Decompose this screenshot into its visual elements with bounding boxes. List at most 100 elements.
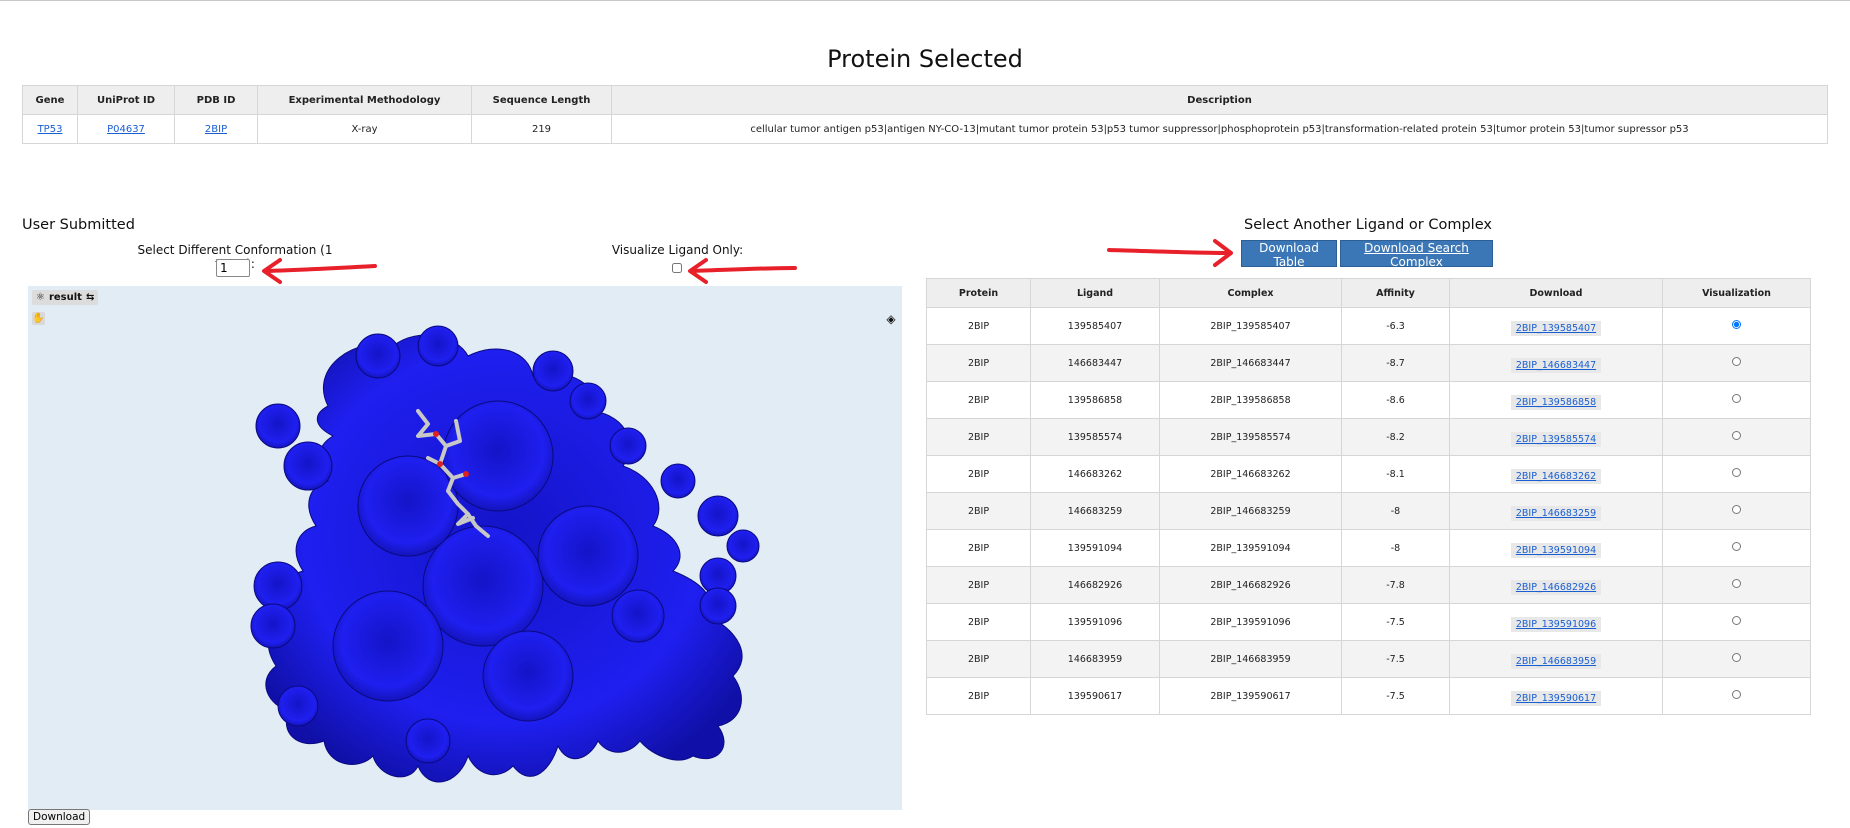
annotation-arrow-download-table: [1107, 239, 1233, 267]
method-cell: X-ray: [257, 114, 472, 144]
viewer-download-button[interactable]: Download: [28, 809, 91, 825]
column-header-pdb-id: PDB ID: [174, 85, 258, 115]
visualization-radio[interactable]: [1732, 542, 1741, 551]
complex-download-link[interactable]: 2BIP_139591096: [1510, 616, 1602, 632]
complex-download-link[interactable]: 2BIP_146682926: [1510, 579, 1602, 595]
select-ligand-heading: Select Another Ligand or Complex: [1244, 217, 1492, 233]
complex-cell: 2BIP_139586858: [1159, 381, 1342, 419]
visualization-radio[interactable]: [1732, 616, 1741, 625]
affinity-cell: -6.3: [1341, 307, 1450, 345]
complex-cell: 2BIP_146683959: [1159, 640, 1342, 678]
download-cell: 2BIP_146683447: [1449, 344, 1663, 382]
visualization-radio[interactable]: [1732, 690, 1741, 699]
complex-download-link[interactable]: 2BIP_139591094: [1510, 542, 1602, 558]
uniprot-link[interactable]: P04637: [107, 124, 145, 135]
uniprot-cell: P04637: [77, 114, 175, 144]
download-cell: 2BIP_139585407: [1449, 307, 1663, 345]
visualization-cell: [1662, 566, 1811, 604]
page-title: Protein Selected: [827, 45, 1023, 73]
gene-link[interactable]: TP53: [38, 124, 63, 135]
ligand-table-header-row: Protein Ligand Complex Affinity Download…: [926, 278, 1811, 308]
table-row: 2BIP 139586858 2BIP_139586858 -8.6 2BIP_1395…: [926, 381, 1811, 419]
hand-tool-icon[interactable]: ✋: [32, 312, 45, 325]
protein-cell: 2BIP: [926, 492, 1031, 530]
visualization-radio[interactable]: [1732, 394, 1741, 403]
table-row: 2BIP 146682926 2BIP_146682926 -7.8 2BIP_1466…: [926, 566, 1811, 604]
viewer-tab[interactable]: ⚛ result ⇆: [32, 290, 99, 305]
complex-cell: 2BIP_139590617: [1159, 677, 1342, 715]
column-header-method: Experimental Methodology: [257, 85, 472, 115]
protein-cell: 2BIP: [926, 455, 1031, 493]
column-header-uniprot-id: UniProt ID: [77, 85, 175, 115]
user-submitted-heading: User Submitted: [22, 217, 135, 233]
ligand-cell: 139590617: [1030, 677, 1160, 715]
complex-download-link[interactable]: 2BIP_139585574: [1510, 431, 1602, 447]
complex-download-link[interactable]: 2BIP_146683959: [1510, 653, 1602, 669]
download-cell: 2BIP_139591096: [1449, 603, 1663, 641]
download-search-complex-button[interactable]: Download Search Complex: [1340, 240, 1493, 269]
ligand-only-checkbox[interactable]: [672, 263, 682, 273]
visualization-radio[interactable]: [1732, 357, 1741, 366]
visualization-radio[interactable]: [1732, 431, 1741, 440]
table-row: 2BIP 146683262 2BIP_146683262 -8.1 2BIP_1466…: [926, 455, 1811, 493]
affinity-cell: -8.6: [1341, 381, 1450, 419]
visualization-cell: [1662, 677, 1811, 715]
protein-cell: 2BIP: [926, 307, 1031, 345]
visualization-cell: [1662, 492, 1811, 530]
download-cell: 2BIP_139590617: [1449, 677, 1663, 715]
visualization-cell: [1662, 603, 1811, 641]
visualization-radio[interactable]: [1732, 320, 1741, 329]
ligand-table: Protein Ligand Complex Affinity Download…: [926, 278, 1811, 715]
affinity-cell: -8.7: [1341, 344, 1450, 382]
table-row: 2BIP 146683259 2BIP_146683259 -8 2BIP_146683…: [926, 492, 1811, 530]
visualization-radio[interactable]: [1732, 505, 1741, 514]
ligand-cell: 146683262: [1030, 455, 1160, 493]
molecule-viewer[interactable]: ⚛ result ⇆ ✋ ◈: [28, 286, 902, 810]
viewer-tab-label: result: [48, 292, 82, 303]
download-cell: 2BIP_139586858: [1449, 381, 1663, 419]
visualization-cell: [1662, 307, 1811, 345]
protein-cell: 2BIP: [926, 603, 1031, 641]
sequence-length-cell: 219: [471, 114, 612, 144]
visualization-cell: [1662, 455, 1811, 493]
gene-cell: TP53: [22, 114, 78, 144]
complex-cell: 2BIP_139585407: [1159, 307, 1342, 345]
annotation-arrow-ligand-only: [688, 258, 797, 284]
complex-cell: 2BIP_139591096: [1159, 603, 1342, 641]
visualization-cell: [1662, 418, 1811, 456]
visualization-radio[interactable]: [1732, 579, 1741, 588]
pdb-link[interactable]: 2BIP: [205, 124, 227, 135]
complex-download-link[interactable]: 2BIP_146683262: [1510, 468, 1602, 484]
download-table-button[interactable]: Download Table: [1241, 240, 1337, 269]
swap-icon[interactable]: ⇆: [86, 292, 94, 303]
complex-download-link[interactable]: 2BIP_146683259: [1510, 505, 1602, 521]
complex-download-link[interactable]: 2BIP_146683447: [1510, 357, 1602, 373]
affinity-cell: -8: [1341, 529, 1450, 567]
column-header-complex: Complex: [1159, 278, 1342, 308]
complex-download-link[interactable]: 2BIP_139590617: [1510, 690, 1602, 706]
protein-cell: 2BIP: [926, 566, 1031, 604]
complex-download-link[interactable]: 2BIP_139586858: [1510, 394, 1602, 410]
ligand-table-body: 2BIP 139585407 2BIP_139585407 -6.3 2BIP_1395…: [926, 307, 1811, 715]
ligand-cell: 139585574: [1030, 418, 1160, 456]
visualization-cell: [1662, 381, 1811, 419]
conformation-stepper[interactable]: [216, 259, 250, 277]
table-row: 2BIP 146683959 2BIP_146683959 -7.5 2BIP_1466…: [926, 640, 1811, 678]
affinity-cell: -7.5: [1341, 640, 1450, 678]
table-row: 2BIP 139591096 2BIP_139591096 -7.5 2BIP_1395…: [926, 603, 1811, 641]
ligand-cell: 146683259: [1030, 492, 1160, 530]
ligand-only-label: Visualize Ligand Only:: [611, 243, 744, 257]
complex-cell: 2BIP_146682926: [1159, 566, 1342, 604]
affinity-cell: -7.5: [1341, 677, 1450, 715]
visualization-cell: [1662, 344, 1811, 382]
affinity-cell: -7.5: [1341, 603, 1450, 641]
complex-cell: 2BIP_139591094: [1159, 529, 1342, 567]
protein-surface-render: [250, 325, 760, 783]
visualization-radio[interactable]: [1732, 468, 1741, 477]
complex-download-link[interactable]: 2BIP_139585407: [1510, 320, 1602, 336]
affinity-cell: -8: [1341, 492, 1450, 530]
affinity-cell: -8.1: [1341, 455, 1450, 493]
column-header-download: Download: [1449, 278, 1663, 308]
layers-icon[interactable]: ◈: [884, 312, 898, 326]
visualization-radio[interactable]: [1732, 653, 1741, 662]
